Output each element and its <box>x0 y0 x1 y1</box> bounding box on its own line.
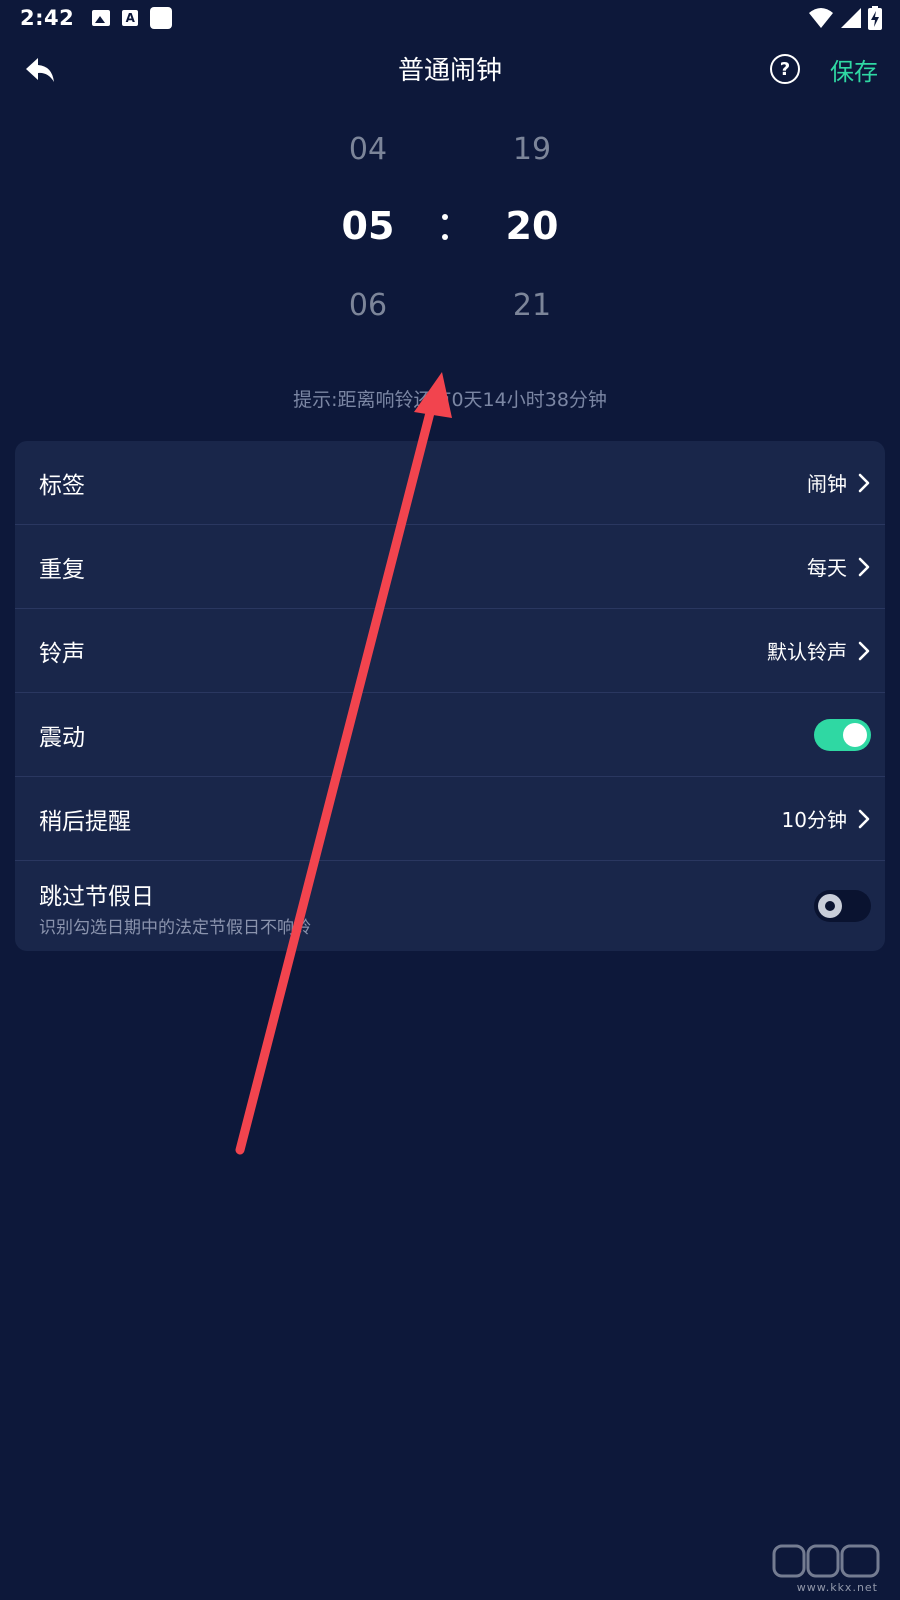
settings-card: 标签 闹钟 重复 每天 铃声 默认铃声 震动 稍后提醒 10分钟 跳过节假日 识… <box>15 441 885 951</box>
setting-row-vibrate: 震动 <box>15 693 885 777</box>
minute-wheel[interactable]: 19 20 21 <box>482 120 582 360</box>
minute-prev[interactable]: 19 <box>482 132 582 167</box>
watermark-text: www.kkx.net <box>796 1581 878 1594</box>
watermark-logo-icon <box>772 1544 880 1578</box>
setting-snooze-title: 稍后提醒 <box>39 808 131 835</box>
image-icon <box>92 10 111 26</box>
setting-row-repeat[interactable]: 重复 每天 <box>15 525 885 609</box>
help-button[interactable]: ? <box>770 54 800 84</box>
setting-row-skip-holidays: 跳过节假日 识别勾选日期中的法定节假日不响铃 <box>15 861 885 951</box>
setting-row-label[interactable]: 标签 闹钟 <box>15 441 885 525</box>
skip-holidays-toggle[interactable] <box>814 890 871 922</box>
chevron-right-icon <box>858 641 870 660</box>
time-picker: 04 05 06 19 20 21 <box>0 120 900 360</box>
setting-label-title: 标签 <box>39 472 85 499</box>
time-separator <box>441 208 449 248</box>
setting-vibrate-title: 震动 <box>39 724 85 751</box>
battery-icon <box>868 6 882 30</box>
status-bar: 2:42 A <box>0 0 900 36</box>
chevron-right-icon <box>858 473 870 492</box>
hour-next[interactable]: 06 <box>318 288 418 323</box>
setting-snooze-value: 10分钟 <box>781 808 847 832</box>
setting-row-snooze[interactable]: 稍后提醒 10分钟 <box>15 777 885 861</box>
setting-repeat-value: 每天 <box>807 556 847 580</box>
status-time: 2:42 <box>20 6 75 30</box>
setting-label-value: 闹钟 <box>807 472 847 496</box>
setting-skip-holidays-title: 跳过节假日 <box>39 884 154 910</box>
status-icons-right <box>808 6 882 30</box>
chevron-right-icon <box>858 809 870 828</box>
signal-icon <box>841 8 861 28</box>
setting-ringtone-value: 默认铃声 <box>767 640 847 664</box>
ring-countdown-hint: 提示:距离响铃还有0天14小时38分钟 <box>293 389 607 411</box>
hour-wheel[interactable]: 04 05 06 <box>318 120 418 360</box>
status-icons-left: A <box>92 7 173 29</box>
setting-ringtone-title: 铃声 <box>39 640 85 667</box>
setting-row-ringtone[interactable]: 铃声 默认铃声 <box>15 609 885 693</box>
hour-selected[interactable]: 05 <box>318 204 418 248</box>
minute-selected[interactable]: 20 <box>482 204 582 248</box>
header: 普通闹钟 ? 保存 <box>0 36 900 104</box>
app-square-icon <box>150 7 173 29</box>
chevron-right-icon <box>858 557 870 576</box>
page-title: 普通闹钟 <box>397 56 502 86</box>
setting-skip-holidays-subtitle: 识别勾选日期中的法定节假日不响铃 <box>39 918 311 938</box>
vibrate-toggle[interactable] <box>814 718 871 751</box>
wifi-icon <box>809 8 833 28</box>
a-icon: A <box>122 10 139 26</box>
hour-prev[interactable]: 04 <box>318 132 418 167</box>
save-button[interactable]: 保存 <box>830 52 878 87</box>
help-icon: ? <box>779 58 791 80</box>
minute-next[interactable]: 21 <box>482 288 582 323</box>
setting-repeat-title: 重复 <box>39 556 85 583</box>
